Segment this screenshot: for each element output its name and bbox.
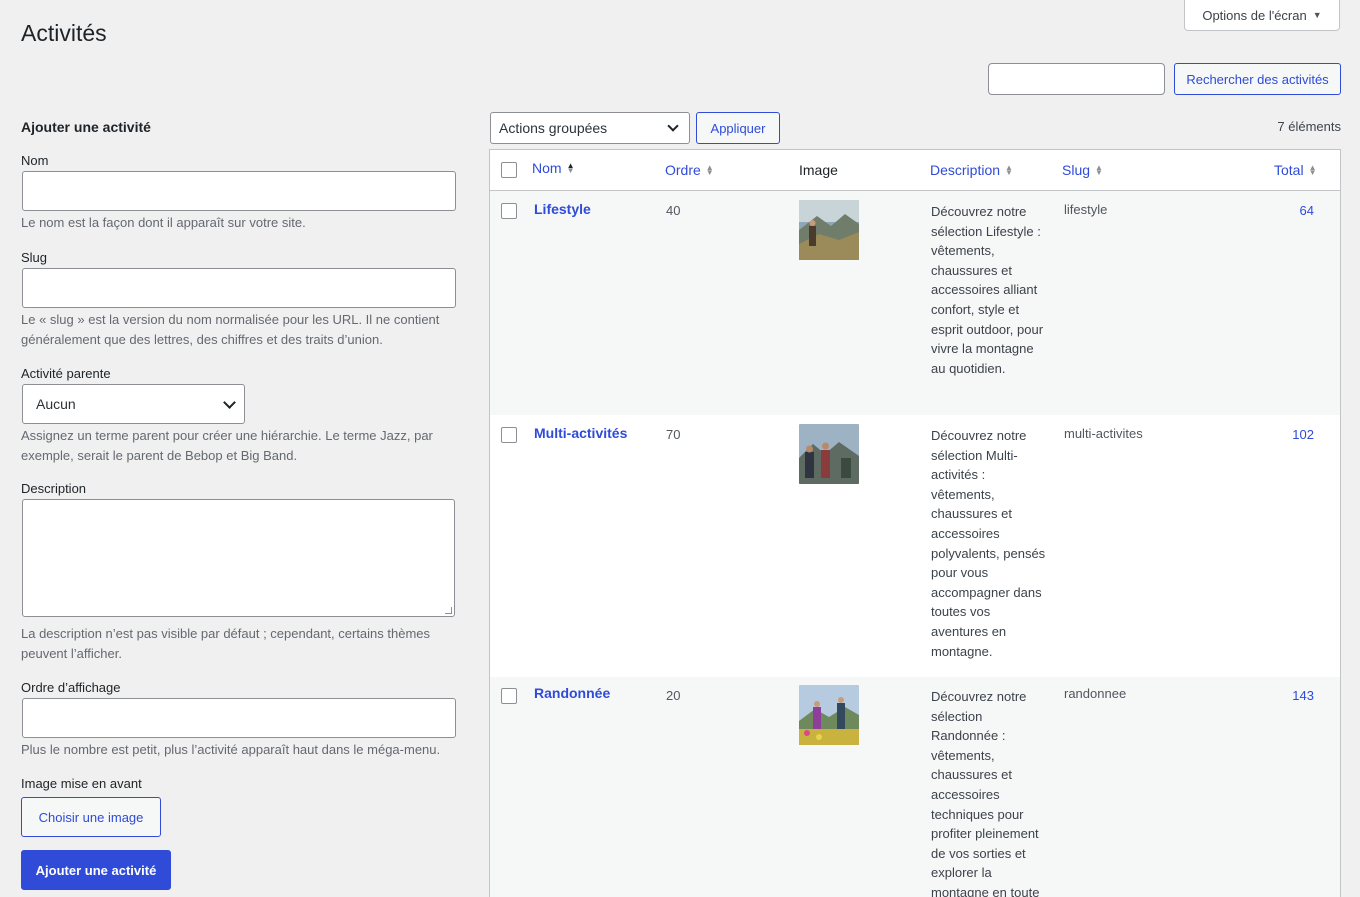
row-total-link[interactable]: 102 xyxy=(1284,427,1314,442)
row-name-link[interactable]: Randonnée xyxy=(534,685,610,701)
select-all-checkbox[interactable] xyxy=(501,162,517,178)
row-description: Découvrez notre sélection Multi-activité… xyxy=(931,428,1046,659)
name-help: Le nom est la façon dont il apparaît sur… xyxy=(21,215,306,230)
column-header-total[interactable]: Total ▲ ▼ xyxy=(1274,162,1317,178)
column-total-label: Total xyxy=(1274,162,1304,178)
table-row: Multi-activités 70 Découvrez notre sélec… xyxy=(490,415,1340,677)
choose-image-button[interactable]: Choisir une image xyxy=(21,797,161,837)
row-total-link[interactable]: 143 xyxy=(1284,688,1314,703)
parent-label: Activité parente xyxy=(21,366,111,381)
row-checkbox[interactable] xyxy=(501,203,517,219)
sort-icon: ▲ ▼ xyxy=(1095,163,1103,177)
row-thumbnail xyxy=(799,200,859,260)
chevron-down-icon xyxy=(223,395,236,409)
row-order: 40 xyxy=(666,203,681,218)
description-textarea[interactable] xyxy=(22,499,455,617)
column-header-name[interactable]: Nom ▲ ▼ xyxy=(532,160,574,176)
column-header-description[interactable]: Description ▲ ▼ xyxy=(930,162,1013,178)
activities-table: Nom ▲ ▼ Ordre ▲ ▼ Image Description ▲ ▼ Slu… xyxy=(489,149,1341,897)
row-slug: randonnee xyxy=(1064,686,1127,701)
screen-options-label: Options de l'écran xyxy=(1202,7,1307,23)
row-order: 70 xyxy=(666,427,681,442)
row-slug: lifestyle xyxy=(1064,202,1108,217)
row-thumbnail xyxy=(799,424,859,484)
apply-button[interactable]: Appliquer xyxy=(696,112,780,144)
parent-select-value: Aucun xyxy=(36,396,76,412)
slug-label: Slug xyxy=(21,250,48,265)
add-activity-button[interactable]: Ajouter une activité xyxy=(21,850,171,890)
parent-select[interactable]: Aucun xyxy=(22,384,245,424)
sort-icon: ▲ ▼ xyxy=(1308,163,1317,177)
bulk-actions-value: Actions groupées xyxy=(499,120,608,136)
resize-handle-icon[interactable] xyxy=(445,607,452,614)
image-label: Image mise en avant xyxy=(21,776,142,791)
row-description: Découvrez notre sélection Randonnée : vê… xyxy=(931,689,1040,897)
slug-help: Le « slug » est la version du nom normal… xyxy=(21,312,440,347)
page-title: Activités xyxy=(21,20,107,46)
row-checkbox[interactable] xyxy=(501,427,517,443)
screen-options-toggle[interactable]: Options de l'écran ▼ xyxy=(1184,0,1340,31)
row-checkbox[interactable] xyxy=(501,688,517,704)
row-name-link[interactable]: Lifestyle xyxy=(534,201,591,217)
row-thumbnail xyxy=(799,685,859,745)
column-header-image: Image xyxy=(799,162,838,178)
row-description: Découvrez notre sélection Lifestyle : vê… xyxy=(931,204,1044,376)
order-help: Plus le nombre est petit, plus l’activit… xyxy=(21,742,441,757)
row-slug: multi-activites xyxy=(1064,426,1143,441)
row-order: 20 xyxy=(666,688,681,703)
caret-down-icon: ▼ xyxy=(1312,10,1322,20)
table-header: Nom ▲ ▼ Ordre ▲ ▼ Image Description ▲ ▼ Slu… xyxy=(490,150,1340,191)
bulk-actions-select[interactable]: Actions groupées xyxy=(490,112,690,144)
column-name-label: Nom xyxy=(532,160,562,176)
order-field[interactable] xyxy=(22,698,456,738)
column-description-label: Description xyxy=(930,162,1001,178)
column-header-order[interactable]: Ordre ▲ ▼ xyxy=(665,162,714,178)
name-label: Nom xyxy=(21,153,49,168)
table-row: Randonnée 20 Découvrez notre sélection R… xyxy=(490,677,1340,897)
column-slug-label: Slug xyxy=(1062,162,1091,178)
chevron-down-icon xyxy=(667,120,679,132)
sort-icon: ▲ ▼ xyxy=(1005,163,1013,177)
search-input[interactable] xyxy=(988,63,1165,95)
form-heading: Ajouter une activité xyxy=(21,119,151,135)
row-name-link[interactable]: Multi-activités xyxy=(534,425,627,441)
sort-icon: ▲ ▼ xyxy=(705,163,714,177)
page: Activités Options de l'écran ▼ Recherche… xyxy=(0,0,1360,897)
search-button[interactable]: Rechercher des activités xyxy=(1174,63,1341,95)
column-header-slug[interactable]: Slug ▲ ▼ xyxy=(1062,162,1103,178)
slug-field[interactable] xyxy=(22,268,456,308)
column-image-label: Image xyxy=(799,162,838,178)
name-field[interactable] xyxy=(22,171,456,211)
description-label: Description xyxy=(21,481,87,496)
description-help: La description n’est pas visible par déf… xyxy=(21,626,431,661)
table-row: Lifestyle 40 Découvrez notre sélection L… xyxy=(490,191,1340,415)
order-label: Ordre d’affichage xyxy=(21,680,121,695)
row-total-link[interactable]: 64 xyxy=(1284,203,1314,218)
parent-help: Assignez un terme parent pour créer une … xyxy=(21,428,433,463)
items-count: 7 éléments xyxy=(1277,119,1341,134)
sort-icon: ▲ ▼ xyxy=(566,161,575,175)
column-order-label: Ordre xyxy=(665,162,701,178)
